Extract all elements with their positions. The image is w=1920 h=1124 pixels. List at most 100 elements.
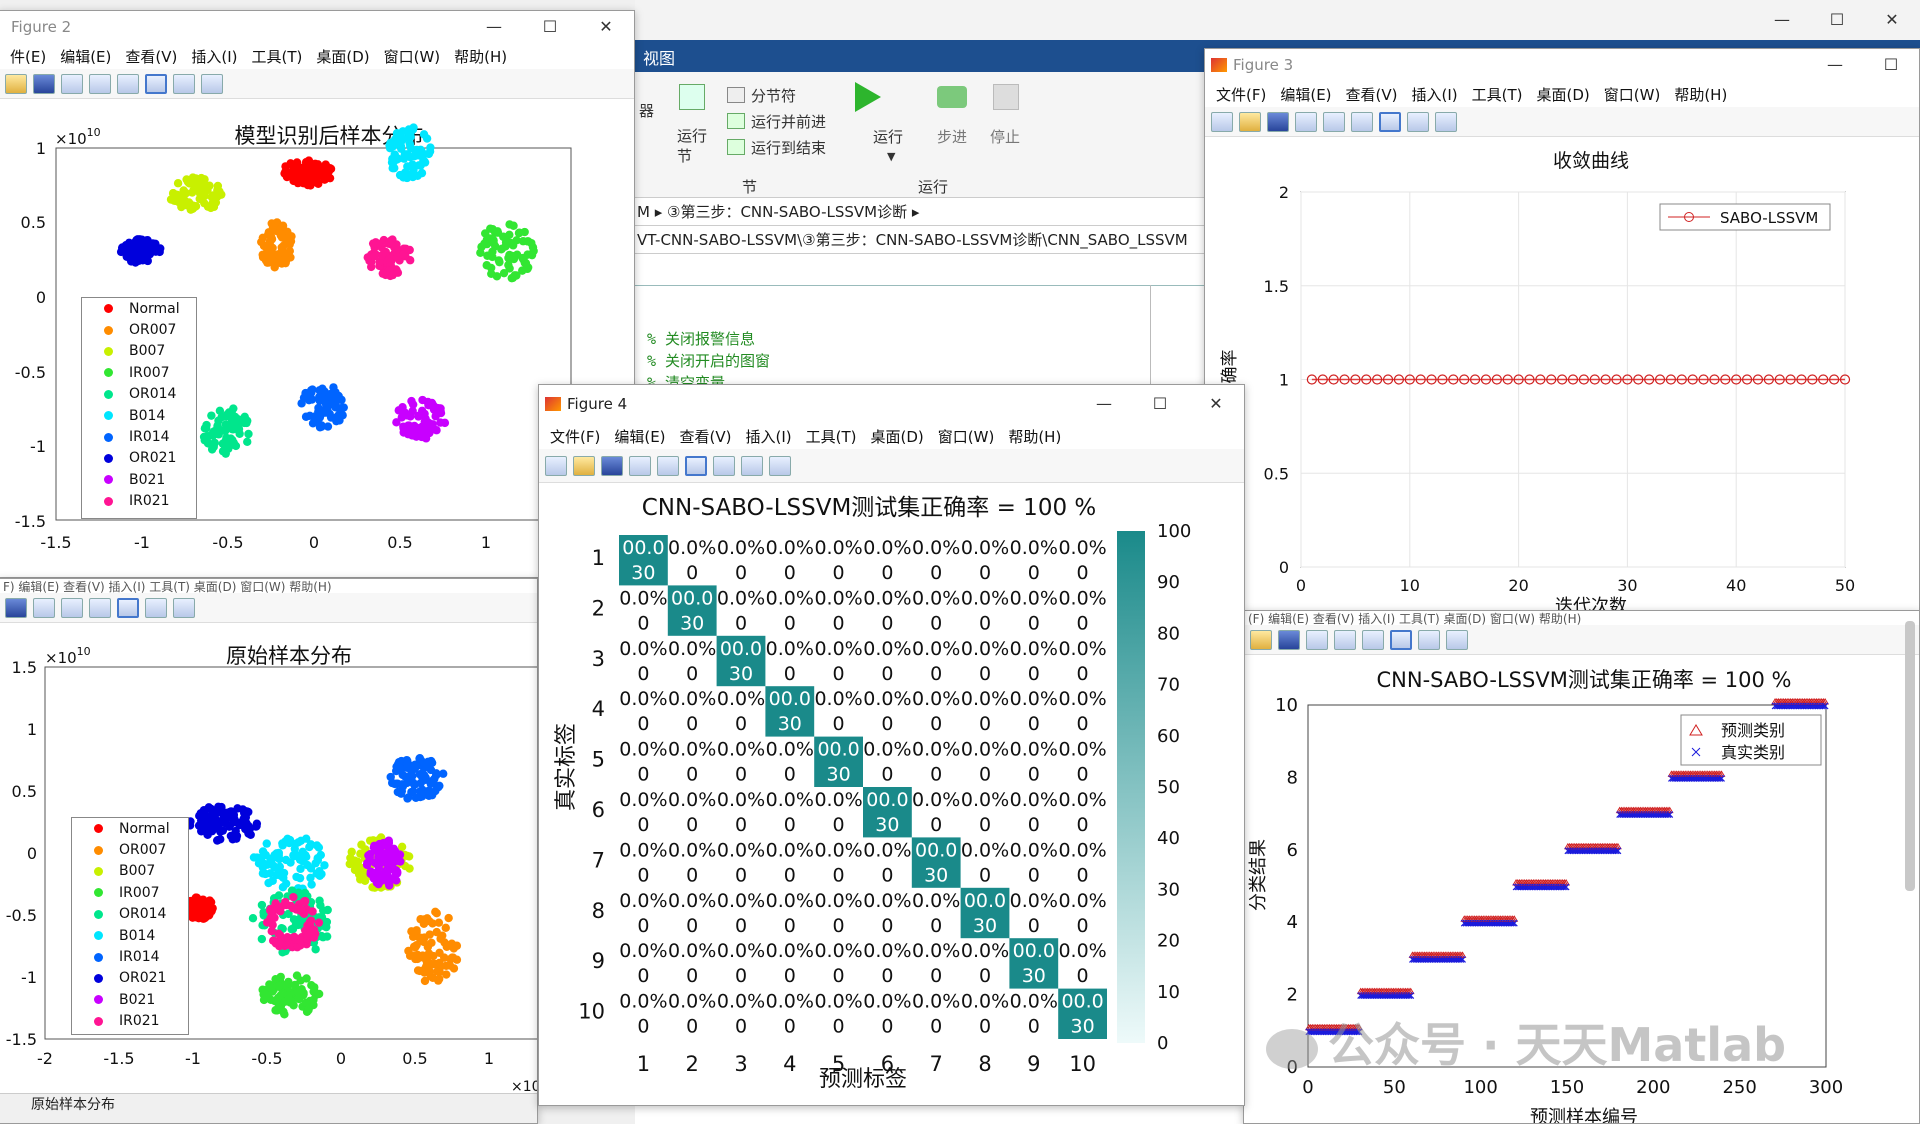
open-icon[interactable] <box>1239 111 1261 132</box>
sample-point <box>419 919 429 929</box>
link-icon[interactable] <box>89 73 111 94</box>
stop-button[interactable]: 停止 <box>990 126 1020 147</box>
legend-entry: B007 <box>82 341 196 362</box>
menu-view[interactable]: 查看(V) <box>125 46 177 67</box>
property-editor-icon[interactable] <box>1435 111 1457 132</box>
maximize-button[interactable]: ☐ <box>1132 388 1188 420</box>
link-icon[interactable] <box>61 597 83 618</box>
property-editor-icon[interactable] <box>201 73 223 94</box>
menu-edit[interactable]: 编辑(E) <box>60 46 111 67</box>
print-icon[interactable] <box>1295 111 1317 132</box>
run-section-button[interactable]: 运行节 <box>677 126 707 166</box>
new-figure-icon[interactable] <box>1211 111 1233 132</box>
save-icon[interactable] <box>33 73 55 94</box>
run-and-advance-button[interactable]: 运行并前进 <box>751 111 826 132</box>
cell-count: 0 <box>833 562 845 584</box>
minimize-button[interactable]: — <box>466 11 522 43</box>
legend-icon[interactable] <box>1390 629 1412 650</box>
run-dropdown-icon[interactable]: ▼ <box>887 150 895 163</box>
print-icon[interactable] <box>629 455 651 476</box>
pointer-icon[interactable] <box>741 455 763 476</box>
classification-result-window[interactable]: (F) 编辑(E) 查看(V) 插入(I) 工具(T) 桌面(D) 窗口(W) … <box>1243 610 1920 1124</box>
close-button[interactable]: ✕ <box>578 11 634 43</box>
menu-insert[interactable]: 插入(I) <box>191 46 237 67</box>
minimize-button[interactable]: — <box>1076 388 1132 420</box>
colorbar-icon[interactable] <box>89 597 111 618</box>
open-icon[interactable] <box>1250 629 1272 650</box>
print-icon[interactable] <box>61 73 83 94</box>
menu-insert[interactable]: 插入(I) <box>746 426 792 447</box>
menu-help[interactable]: 帮助(H) <box>1008 426 1061 447</box>
menu-view[interactable]: 查看(V) <box>1346 84 1398 105</box>
minimize-button[interactable]: — <box>1807 49 1863 81</box>
pointer-icon[interactable] <box>1407 111 1429 132</box>
sample-point <box>377 251 387 260</box>
legend-icon[interactable] <box>1379 111 1401 132</box>
menu-tools[interactable]: 工具(T) <box>251 46 302 67</box>
legend-icon[interactable] <box>117 597 139 618</box>
colorbar-icon[interactable] <box>1351 111 1373 132</box>
maximize-button[interactable]: ☐ <box>1809 4 1865 36</box>
menu-window[interactable]: 窗口(W) <box>384 46 441 67</box>
new-figure-icon[interactable] <box>545 455 567 476</box>
tab-view[interactable]: 视图 <box>643 45 675 69</box>
menu-tools[interactable]: 工具(T) <box>1472 84 1523 105</box>
save-icon[interactable] <box>601 455 623 476</box>
colorbar-icon[interactable] <box>685 455 707 476</box>
menu-desktop[interactable]: 桌面(D) <box>871 426 924 447</box>
menu-window[interactable]: 窗口(W) <box>938 426 995 447</box>
print-icon[interactable] <box>33 597 55 618</box>
property-editor-icon[interactable] <box>173 597 195 618</box>
menu-edit[interactable]: 编辑(E) <box>1280 84 1331 105</box>
menu-help[interactable]: 帮助(H) <box>454 46 507 67</box>
menu-file[interactable]: 件(E) <box>10 46 46 67</box>
maximize-button[interactable]: ☐ <box>522 11 578 43</box>
menu-desktop[interactable]: 桌面(D) <box>316 46 369 67</box>
open-icon[interactable] <box>5 73 27 94</box>
save-icon[interactable] <box>5 597 27 618</box>
link-icon[interactable] <box>1334 629 1356 650</box>
menu-insert[interactable]: 插入(I) <box>1412 84 1458 105</box>
pointer-icon[interactable] <box>145 597 167 618</box>
scrollbar[interactable] <box>1905 621 1915 891</box>
property-editor-icon[interactable] <box>1446 629 1468 650</box>
minimize-button[interactable]: — <box>1754 4 1810 36</box>
run-to-end-button[interactable]: 运行到结束 <box>751 137 826 158</box>
property-editor-icon[interactable] <box>769 455 791 476</box>
menu-tools[interactable]: 工具(T) <box>806 426 857 447</box>
close-button[interactable]: ✕ <box>1864 4 1920 36</box>
open-icon[interactable] <box>573 455 595 476</box>
link-icon[interactable] <box>657 455 679 476</box>
menu-window[interactable]: 窗口(W) <box>1604 84 1661 105</box>
menu-file[interactable]: 文件(F) <box>550 426 600 447</box>
menu-desktop[interactable]: 桌面(D) <box>1537 84 1590 105</box>
menu-help[interactable]: 帮助(H) <box>1674 84 1727 105</box>
save-icon[interactable] <box>1278 629 1300 650</box>
step-button[interactable]: 步进 <box>937 126 967 147</box>
menu-edit[interactable]: 编辑(E) <box>614 426 665 447</box>
section-break-button[interactable]: 分节符 <box>751 85 796 106</box>
taskbar-preview[interactable]: 原始样本分布 <box>0 1093 537 1123</box>
legend-label: B007 <box>129 343 166 360</box>
link-icon[interactable] <box>1323 111 1345 132</box>
close-button[interactable]: ✕ <box>1188 388 1244 420</box>
sample-point <box>207 821 217 830</box>
menu-file[interactable]: 文件(F) <box>1216 84 1266 105</box>
convergence-plot: 收敛曲线 准确率 迭代次数 0 10 20 30 40 5021.510.50SABO-L… <box>1220 150 1855 617</box>
maximize-button[interactable]: ☐ <box>1863 49 1919 81</box>
cell-count: 0 <box>930 612 942 634</box>
colorbar-icon[interactable] <box>117 73 139 94</box>
save-icon[interactable] <box>1267 111 1289 132</box>
pointer-icon[interactable] <box>1418 629 1440 650</box>
legend-marker <box>94 824 103 834</box>
pointer-icon[interactable] <box>173 73 195 94</box>
colorbar-icon[interactable] <box>1362 629 1384 650</box>
print-icon[interactable] <box>1306 629 1328 650</box>
legend-icon[interactable] <box>713 455 735 476</box>
original-samples-window[interactable]: F) 编辑(E) 查看(V) 插入(I) 工具(T) 桌面(D) 窗口(W) 帮… <box>0 578 538 1124</box>
figure-3-window[interactable]: Figure 3 — ☐ 文件(F) 编辑(E) 查看(V) 插入(I) 工具(… <box>1204 48 1920 638</box>
legend-icon[interactable] <box>145 73 167 94</box>
menu-view[interactable]: 查看(V) <box>680 426 732 447</box>
figure-4-window[interactable]: Figure 4 — ☐ ✕ 文件(F) 编辑(E) 查看(V) 插入(I) 工… <box>538 384 1245 1106</box>
run-button[interactable]: 运行 <box>873 126 903 147</box>
